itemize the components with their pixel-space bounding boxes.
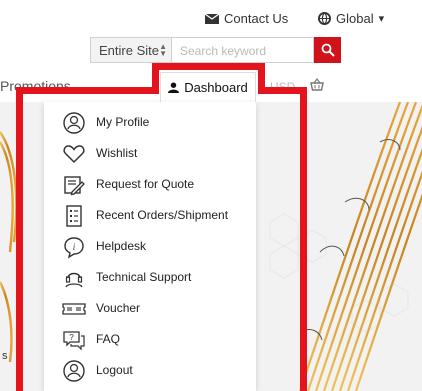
- highlight-mid-left: [16, 87, 159, 94]
- search-icon: [321, 43, 335, 57]
- basket-icon: [310, 78, 324, 91]
- faq-icon: ?: [63, 331, 85, 351]
- menu-item-faq[interactable]: ? FAQ: [44, 325, 256, 355]
- dashboard-label: Dashboard: [184, 80, 248, 95]
- search-scope-value: Entire Site: [99, 43, 159, 58]
- dashboard-tab[interactable]: Dashboard: [160, 72, 256, 102]
- search-scope-select[interactable]: Entire Site ▲ ▼: [90, 37, 172, 63]
- svg-text:i: i: [73, 242, 76, 252]
- global-label: Global: [336, 11, 374, 26]
- select-arrows-icon: ▲ ▼: [159, 42, 167, 58]
- menu-item-label: Wishlist: [96, 146, 138, 160]
- menu-item-label: Request for Quote: [96, 177, 195, 191]
- menu-item-wishlist[interactable]: Wishlist: [44, 139, 256, 169]
- search-input[interactable]: Search keyword: [172, 37, 314, 63]
- menu-item-label: Logout: [96, 363, 133, 377]
- voucher-icon: [62, 303, 86, 315]
- top-utility-bar: Contact Us Global ▾: [0, 0, 422, 36]
- menu-item-helpdesk[interactable]: i Helpdesk: [44, 232, 256, 262]
- menu-item-logout[interactable]: Logout: [44, 356, 256, 386]
- menu-item-my-profile[interactable]: My Profile: [44, 108, 256, 138]
- menu-item-label: My Profile: [96, 115, 150, 129]
- highlight-top: [152, 63, 265, 70]
- envelope-icon: [205, 13, 219, 24]
- menu-item-label: FAQ: [96, 332, 121, 346]
- menu-item-label: Voucher: [96, 301, 141, 315]
- contact-us-link[interactable]: Contact Us: [205, 11, 288, 26]
- menu-item-label: Technical Support: [96, 270, 192, 284]
- heart-icon: [63, 145, 85, 164]
- helpdesk-icon: i: [64, 237, 84, 259]
- banner-edge-text: s: [2, 350, 8, 362]
- search-button[interactable]: [314, 37, 341, 63]
- chevron-down-icon: ▾: [378, 13, 385, 25]
- support-icon: [65, 272, 83, 288]
- globe-icon: [318, 12, 331, 25]
- quote-icon: [64, 176, 85, 196]
- menu-item-label: Helpdesk: [96, 239, 147, 253]
- orders-icon: [66, 205, 82, 227]
- svg-text:?: ?: [69, 333, 74, 342]
- menu-item-recent-orders[interactable]: Recent Orders/Shipment: [44, 201, 256, 231]
- profile-icon: [63, 112, 85, 134]
- menu-item-voucher[interactable]: Voucher: [44, 294, 256, 324]
- menu-item-technical-support[interactable]: Technical Support: [44, 263, 256, 293]
- menu-item-label: Recent Orders/Shipment: [96, 208, 229, 222]
- cart-button[interactable]: [310, 78, 324, 96]
- menu-item-request-for-quote[interactable]: Request for Quote: [44, 170, 256, 200]
- global-region-selector[interactable]: Global ▾: [318, 11, 384, 26]
- contact-us-label: Contact Us: [224, 11, 289, 26]
- dashboard-dropdown-menu: My Profile Wishlist Request for Quote Re…: [44, 102, 256, 391]
- highlight-left: [16, 87, 23, 391]
- user-icon: [168, 82, 180, 93]
- logout-icon: [63, 360, 85, 382]
- highlight-right: [300, 87, 307, 391]
- search-placeholder: Search keyword: [180, 44, 267, 58]
